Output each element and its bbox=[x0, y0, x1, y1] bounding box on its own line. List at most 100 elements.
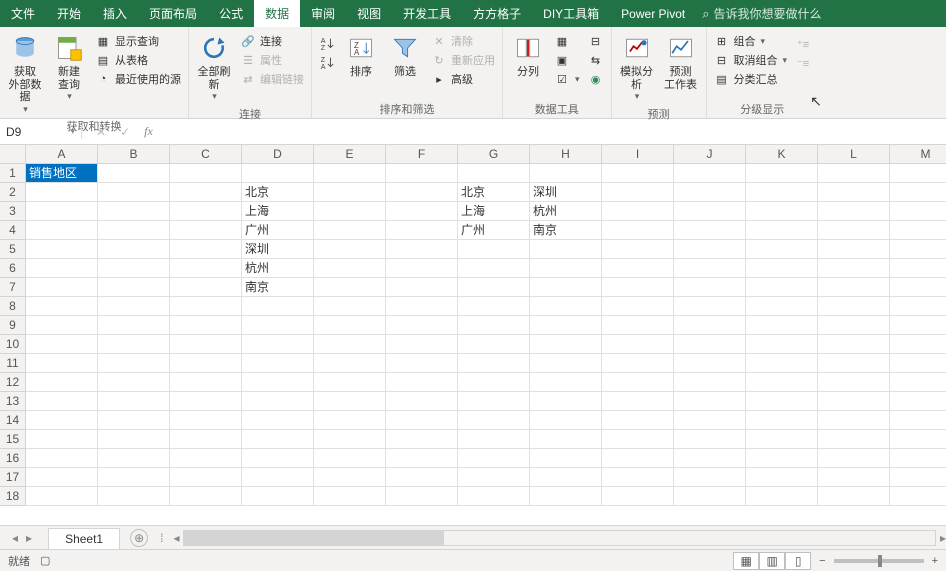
row-header-1[interactable]: 1 bbox=[0, 164, 26, 183]
cell-H15[interactable] bbox=[530, 430, 602, 449]
cell-B4[interactable] bbox=[98, 221, 170, 240]
cell-E7[interactable] bbox=[314, 278, 386, 297]
enter-formula-icon[interactable]: ✓ bbox=[120, 125, 130, 139]
cell-E8[interactable] bbox=[314, 297, 386, 316]
cell-I4[interactable] bbox=[602, 221, 674, 240]
cell-B17[interactable] bbox=[98, 468, 170, 487]
cell-G11[interactable] bbox=[458, 354, 530, 373]
connections-button[interactable]: 🔗连接 bbox=[238, 32, 306, 50]
cell-F6[interactable] bbox=[386, 259, 458, 278]
cell-J18[interactable] bbox=[674, 487, 746, 506]
view-page-layout-button[interactable]: ▥ bbox=[759, 552, 785, 570]
tab-review[interactable]: 审阅 bbox=[300, 0, 346, 27]
cell-E17[interactable] bbox=[314, 468, 386, 487]
cell-E12[interactable] bbox=[314, 373, 386, 392]
col-header-I[interactable]: I bbox=[602, 145, 674, 164]
cell-C6[interactable] bbox=[170, 259, 242, 278]
cell-L5[interactable] bbox=[818, 240, 890, 259]
cell-H6[interactable] bbox=[530, 259, 602, 278]
relationships-button[interactable]: ⇆ bbox=[586, 51, 606, 69]
col-header-J[interactable]: J bbox=[674, 145, 746, 164]
tell-me-search[interactable]: ⌕ 告诉我你想要做什么 bbox=[702, 0, 821, 27]
cell-A7[interactable] bbox=[26, 278, 98, 297]
get-external-data-button[interactable]: 获取 外部数据▾ bbox=[4, 29, 46, 117]
cell-L4[interactable] bbox=[818, 221, 890, 240]
col-header-L[interactable]: L bbox=[818, 145, 890, 164]
cell-B15[interactable] bbox=[98, 430, 170, 449]
row-header-10[interactable]: 10 bbox=[0, 335, 26, 354]
cell-B3[interactable] bbox=[98, 202, 170, 221]
row-header-2[interactable]: 2 bbox=[0, 183, 26, 202]
flash-fill-button[interactable]: ▦ bbox=[552, 32, 582, 50]
row-header-4[interactable]: 4 bbox=[0, 221, 26, 240]
cell-D17[interactable] bbox=[242, 468, 314, 487]
cell-K3[interactable] bbox=[746, 202, 818, 221]
cell-F1[interactable] bbox=[386, 164, 458, 183]
cell-B1[interactable] bbox=[98, 164, 170, 183]
cell-M9[interactable] bbox=[890, 316, 946, 335]
cell-H4[interactable]: 南京 bbox=[530, 221, 602, 240]
row-header-12[interactable]: 12 bbox=[0, 373, 26, 392]
cell-L3[interactable] bbox=[818, 202, 890, 221]
cell-I12[interactable] bbox=[602, 373, 674, 392]
cell-M4[interactable] bbox=[890, 221, 946, 240]
cell-A6[interactable] bbox=[26, 259, 98, 278]
cell-C18[interactable] bbox=[170, 487, 242, 506]
cell-K8[interactable] bbox=[746, 297, 818, 316]
cell-H5[interactable] bbox=[530, 240, 602, 259]
cell-M11[interactable] bbox=[890, 354, 946, 373]
row-header-15[interactable]: 15 bbox=[0, 430, 26, 449]
sort-desc-button[interactable]: ZA bbox=[317, 54, 337, 72]
sheet-nav-prev[interactable]: ◂ bbox=[12, 531, 18, 545]
cell-G16[interactable] bbox=[458, 449, 530, 468]
cell-K11[interactable] bbox=[746, 354, 818, 373]
cell-E16[interactable] bbox=[314, 449, 386, 468]
row-header-8[interactable]: 8 bbox=[0, 297, 26, 316]
tab-layout[interactable]: 页面布局 bbox=[138, 0, 208, 27]
col-header-E[interactable]: E bbox=[314, 145, 386, 164]
cell-F17[interactable] bbox=[386, 468, 458, 487]
cell-G10[interactable] bbox=[458, 335, 530, 354]
cell-G4[interactable]: 广州 bbox=[458, 221, 530, 240]
row-header-5[interactable]: 5 bbox=[0, 240, 26, 259]
cell-D2[interactable]: 北京 bbox=[242, 183, 314, 202]
hide-detail-button[interactable]: ⁻≡ bbox=[793, 54, 813, 72]
row-header-6[interactable]: 6 bbox=[0, 259, 26, 278]
cell-I18[interactable] bbox=[602, 487, 674, 506]
new-query-button[interactable]: 新建 查询▾ bbox=[48, 29, 90, 117]
cell-A14[interactable] bbox=[26, 411, 98, 430]
cell-I3[interactable] bbox=[602, 202, 674, 221]
cancel-formula-icon[interactable]: ✕ bbox=[96, 125, 106, 139]
cell-M1[interactable] bbox=[890, 164, 946, 183]
cell-M7[interactable] bbox=[890, 278, 946, 297]
row-header-16[interactable]: 16 bbox=[0, 449, 26, 468]
cell-M12[interactable] bbox=[890, 373, 946, 392]
cell-L15[interactable] bbox=[818, 430, 890, 449]
cell-G3[interactable]: 上海 bbox=[458, 202, 530, 221]
cell-C12[interactable] bbox=[170, 373, 242, 392]
cell-E18[interactable] bbox=[314, 487, 386, 506]
row-header-9[interactable]: 9 bbox=[0, 316, 26, 335]
tab-insert[interactable]: 插入 bbox=[92, 0, 138, 27]
cell-L2[interactable] bbox=[818, 183, 890, 202]
cell-F3[interactable] bbox=[386, 202, 458, 221]
show-queries-button[interactable]: ▦显示查询 bbox=[93, 32, 183, 50]
ungroup-button[interactable]: ⊟取消组合 ▾ bbox=[712, 51, 790, 69]
horizontal-scrollbar[interactable]: ◂ ▸ bbox=[183, 530, 936, 546]
name-box[interactable]: D9 ▾ bbox=[0, 125, 82, 139]
edit-links-button[interactable]: ⇄编辑链接 bbox=[238, 70, 306, 88]
cell-J17[interactable] bbox=[674, 468, 746, 487]
cell-F4[interactable] bbox=[386, 221, 458, 240]
cell-E2[interactable] bbox=[314, 183, 386, 202]
cell-L1[interactable] bbox=[818, 164, 890, 183]
row-header-14[interactable]: 14 bbox=[0, 411, 26, 430]
cell-M16[interactable] bbox=[890, 449, 946, 468]
cell-A15[interactable] bbox=[26, 430, 98, 449]
cell-E15[interactable] bbox=[314, 430, 386, 449]
cell-C13[interactable] bbox=[170, 392, 242, 411]
split-handle[interactable]: ⁞ bbox=[160, 531, 163, 545]
advanced-filter-button[interactable]: ▸高级 bbox=[429, 70, 497, 88]
cell-D10[interactable] bbox=[242, 335, 314, 354]
cell-F10[interactable] bbox=[386, 335, 458, 354]
cell-G8[interactable] bbox=[458, 297, 530, 316]
